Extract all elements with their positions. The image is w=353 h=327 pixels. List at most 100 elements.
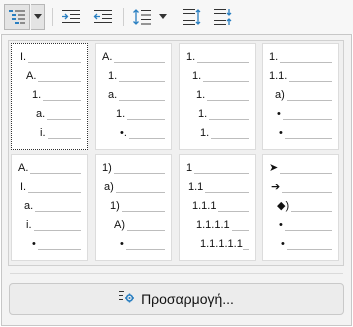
outline-style-6[interactable]: 1) a) 1) A) • xyxy=(95,154,172,261)
outline-level-marker: 1) xyxy=(102,162,112,174)
decrease-paragraph-spacing-button[interactable] xyxy=(210,4,236,30)
outline-level-marker: 1) xyxy=(110,200,120,212)
outline-level-row: 1. xyxy=(186,51,249,65)
outline-level-marker: ➔ xyxy=(271,181,281,193)
outline-level-line xyxy=(205,192,249,193)
gear-icon xyxy=(119,290,135,309)
outline-style-7[interactable]: 1 1.1 1.1.1 1.1.1.1 1.1.1.1.1 xyxy=(179,154,256,261)
outline-level-line xyxy=(119,100,165,101)
outline-level-line xyxy=(283,119,332,120)
outline-level-line xyxy=(122,211,165,212)
outline-level-marker: 1. xyxy=(269,51,279,63)
outline-level-row: 1.1. xyxy=(269,70,332,84)
customize-button-label: Προσαρμογή... xyxy=(141,291,234,307)
outline-level-row: 1.1.1.1.1 xyxy=(200,238,249,252)
outline-level-row: • xyxy=(32,238,81,252)
outline-level-row: a. xyxy=(108,89,165,103)
outline-level-row: 1. xyxy=(116,108,165,122)
outline-level-marker: • xyxy=(281,238,285,250)
outline-level-line xyxy=(285,230,332,231)
outline-level-marker: 1.1.1 xyxy=(192,200,217,212)
increase-indent-button[interactable] xyxy=(58,4,84,30)
outline-level-marker: 1. xyxy=(198,108,208,120)
outline-level-row: a) xyxy=(104,181,165,195)
outline-level-row: 1. xyxy=(192,70,249,84)
outline-level-line xyxy=(114,173,165,174)
outline-level-marker: 1. xyxy=(116,108,126,120)
outline-level-row: 1. xyxy=(108,70,165,84)
outline-level-marker: 1.1.1.1 xyxy=(196,219,230,231)
outline-level-row: A. xyxy=(26,70,81,84)
outline-level-marker: A. xyxy=(18,162,29,174)
outline-level-row: a) xyxy=(275,89,332,103)
outline-level-row: I. xyxy=(20,51,81,65)
outline-level-marker: A. xyxy=(102,51,113,63)
outline-level-row: 1. xyxy=(269,51,332,65)
line-spacing-button[interactable] xyxy=(129,4,155,30)
dropdown-arrow-icon xyxy=(33,14,42,20)
outline-style-3[interactable]: 1. 1. 1. 1. 1. xyxy=(179,43,256,150)
outline-level-row: A. xyxy=(18,162,81,176)
outline-level-row: 1. xyxy=(200,127,249,141)
outline-format-button[interactable] xyxy=(4,4,30,30)
outline-level-row: 1. xyxy=(198,108,249,122)
outline-level-line xyxy=(38,81,81,82)
outline-level-marker: i. xyxy=(26,219,32,231)
outline-level-row: ◆) xyxy=(277,200,332,214)
outline-level-line xyxy=(287,100,332,101)
outline-style-4[interactable]: 1. 1.1. a) • • xyxy=(262,43,339,150)
outline-level-line xyxy=(43,100,81,101)
decrease-indent-button[interactable] xyxy=(90,4,116,30)
outline-format-icon xyxy=(8,9,26,25)
outline-level-line xyxy=(38,249,81,250)
outline-level-marker: a. xyxy=(36,108,46,120)
outline-level-line xyxy=(34,230,81,231)
outline-level-line xyxy=(211,138,249,139)
outline-level-line xyxy=(197,62,249,63)
outline-level-line xyxy=(28,192,81,193)
outline-format-dropdown[interactable] xyxy=(31,4,45,30)
outline-level-marker: 1.1 xyxy=(188,181,204,193)
outline-level-row: 1) xyxy=(102,162,165,176)
outline-level-marker: •. xyxy=(120,127,127,139)
outline-style-1[interactable]: I. A. 1. a. i. xyxy=(11,43,88,150)
outline-style-8[interactable]: ➤ ➔ ◆) • • xyxy=(262,154,339,261)
outline-level-line xyxy=(114,62,165,63)
popup-separator xyxy=(10,273,343,274)
outline-level-row: A) xyxy=(114,219,165,233)
outline-level-line xyxy=(232,230,249,231)
outline-level-marker: • xyxy=(120,238,124,250)
outline-format-popup: I. A. 1. a. i. A. 1. a. 1. •. 1. 1. 1. 1. 1. 1. 1.1. a) • •… xyxy=(1,34,352,326)
outline-style-2[interactable]: A. 1. a. 1. •. xyxy=(95,43,172,150)
outline-level-row: i. xyxy=(26,219,81,233)
outline-level-row: • xyxy=(120,238,165,252)
outline-level-marker: a. xyxy=(24,200,34,212)
outline-level-row: A. xyxy=(102,51,165,65)
outline-style-5[interactable]: A. I. a. i. • xyxy=(11,154,88,261)
outline-level-marker: • xyxy=(277,108,281,120)
outline-level-row: ➤ xyxy=(269,162,332,176)
increase-paragraph-spacing-icon xyxy=(182,8,202,26)
outline-level-line xyxy=(48,138,81,139)
outline-level-row: 1.1 xyxy=(188,181,249,195)
increase-paragraph-spacing-button[interactable] xyxy=(179,4,205,30)
customize-button[interactable]: Προσαρμογή... xyxy=(9,283,344,315)
outline-level-line xyxy=(287,249,332,250)
outline-level-row: a. xyxy=(24,200,81,214)
outline-level-line xyxy=(28,62,81,63)
outline-level-marker: i. xyxy=(40,127,46,139)
outline-style-grid: I. A. 1. a. i. A. 1. a. 1. •. 1. 1. 1. 1. 1. 1. 1.1. a) • •… xyxy=(8,40,344,266)
outline-level-line xyxy=(280,173,332,174)
outline-level-line xyxy=(285,138,332,139)
outline-level-row: 1.1.1.1 xyxy=(196,219,249,233)
outline-level-line xyxy=(209,119,249,120)
line-spacing-dropdown[interactable] xyxy=(157,4,169,30)
outline-level-row: 1) xyxy=(110,200,165,214)
outline-level-line xyxy=(218,211,249,212)
outline-level-marker: 1.1.1.1.1 xyxy=(200,238,243,250)
outline-level-marker: 1. xyxy=(196,89,206,101)
outline-level-line xyxy=(289,81,332,82)
outline-level-marker: ◆) xyxy=(277,200,290,212)
outline-level-marker: • xyxy=(279,127,283,139)
outline-level-marker: I. xyxy=(20,51,27,63)
